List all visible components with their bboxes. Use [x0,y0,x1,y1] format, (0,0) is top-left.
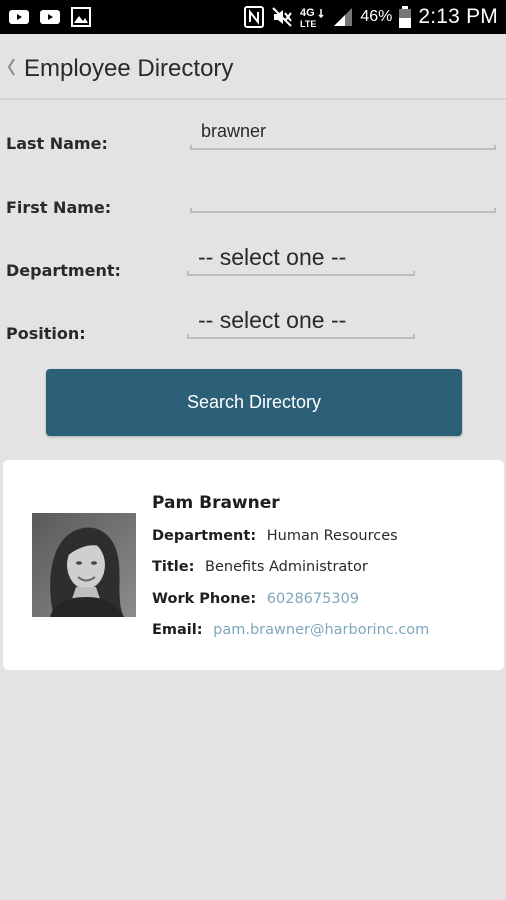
nfc-icon [244,6,265,28]
notification-icons [8,7,92,27]
mute-icon [272,7,293,27]
department-row: Department: Human Resources [152,528,398,544]
last-name-input[interactable]: brawner [190,120,496,150]
battery-icon [399,6,412,28]
department-row-label: Department: [152,528,257,544]
signal-icon [334,8,353,26]
email-row: Email: pam.brawner@harborinc.com [152,622,429,638]
battery-percent: 46% [360,8,393,25]
employee-name: Pam Brawner [152,493,280,513]
position-label: Position: [6,324,86,343]
first-name-label: First Name: [6,198,112,217]
avatar [32,513,136,617]
work-phone-link[interactable]: 6028675309 [267,591,359,607]
svg-text:4G: 4G [300,7,315,19]
title-row-label: Title: [152,559,195,575]
work-phone-row: Work Phone: 6028675309 [152,591,359,607]
first-name-input[interactable] [190,183,496,213]
status-bar: 4G LTE 46% 2:13 PM [0,0,506,34]
youtube-icon [40,10,60,24]
title-row: Title: Benefits Administrator [152,559,368,575]
position-selected: -- select one -- [198,307,347,333]
last-name-value: brawner [201,121,267,141]
department-select[interactable]: -- select one -- [187,240,415,276]
chevron-left-icon[interactable] [5,56,17,78]
4g-lte-icon: 4G LTE [300,7,324,29]
last-name-label: Last Name: [6,134,108,153]
position-select[interactable]: -- select one -- [187,303,415,339]
app-header: Employee Directory [0,34,506,100]
svg-text:LTE: LTE [300,19,316,29]
clock: 2:13 PM [418,5,498,28]
department-label: Department: [6,261,121,280]
page-title: Employee Directory [24,55,234,82]
department-selected: -- select one -- [198,244,347,270]
department-row-value: Human Resources [266,528,398,544]
youtube-icon [9,10,29,24]
search-directory-button[interactable]: Search Directory [46,369,462,436]
system-status: 4G LTE 46% 2:13 PM [244,0,498,34]
title-row-value: Benefits Administrator [205,559,368,575]
work-phone-label: Work Phone: [152,591,257,607]
employee-result-card[interactable]: Pam Brawner Department: Human Resources … [3,460,504,670]
email-link[interactable]: pam.brawner@harborinc.com [213,622,429,638]
gallery-icon [71,7,91,27]
employee-photo [32,513,136,617]
email-label: Email: [152,622,203,638]
